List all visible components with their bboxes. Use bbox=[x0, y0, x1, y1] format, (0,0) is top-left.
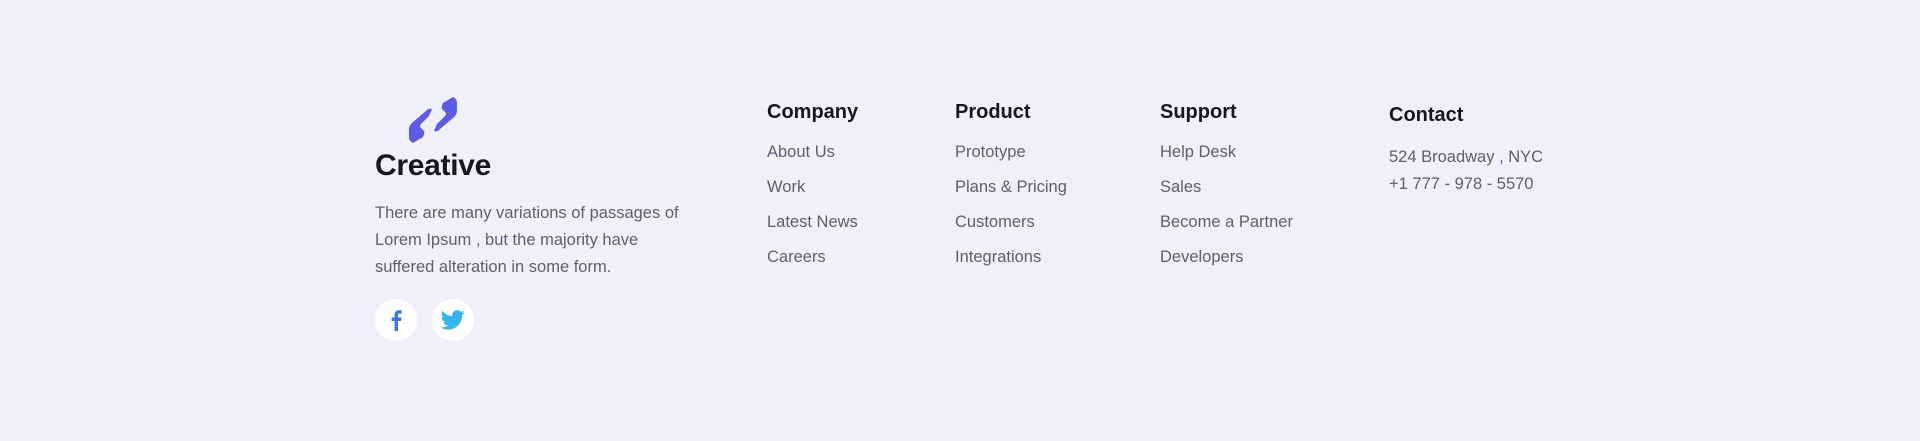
link-help-desk[interactable]: Help Desk bbox=[1160, 142, 1293, 177]
link-plans-pricing[interactable]: Plans & Pricing bbox=[955, 177, 1067, 212]
column-title: Contact bbox=[1389, 104, 1464, 126]
column-title: Product bbox=[955, 101, 1031, 123]
social-links bbox=[375, 299, 474, 341]
facebook-icon bbox=[391, 310, 402, 331]
link-latest-news[interactable]: Latest News bbox=[767, 212, 858, 247]
brand-name: Creative bbox=[375, 149, 492, 182]
link-list: Prototype Plans & Pricing Customers Inte… bbox=[955, 142, 1067, 282]
link-work[interactable]: Work bbox=[767, 177, 858, 212]
twitter-button[interactable] bbox=[432, 299, 474, 341]
column-title: Company bbox=[767, 101, 859, 123]
link-sales[interactable]: Sales bbox=[1160, 177, 1293, 212]
contact-phone[interactable]: +1 777 - 978 - 5570 bbox=[1389, 171, 1543, 198]
link-careers[interactable]: Careers bbox=[767, 247, 858, 282]
column-company: Company About Us Work Latest News Career… bbox=[767, 99, 858, 282]
link-developers[interactable]: Developers bbox=[1160, 247, 1293, 282]
link-about-us[interactable]: About Us bbox=[767, 142, 858, 177]
link-customers[interactable]: Customers bbox=[955, 212, 1067, 247]
link-integrations[interactable]: Integrations bbox=[955, 247, 1067, 282]
creative-logo-icon[interactable] bbox=[406, 97, 460, 143]
facebook-button[interactable] bbox=[375, 299, 417, 341]
link-list: Help Desk Sales Become a Partner Develop… bbox=[1160, 142, 1293, 282]
column-product: Product Prototype Plans & Pricing Custom… bbox=[955, 99, 1067, 282]
brand-description: There are many variations of passages of… bbox=[375, 204, 679, 276]
link-become-partner[interactable]: Become a Partner bbox=[1160, 212, 1293, 247]
link-list: About Us Work Latest News Careers bbox=[767, 142, 858, 282]
twitter-icon bbox=[441, 310, 465, 330]
column-support: Support Help Desk Sales Become a Partner… bbox=[1160, 99, 1293, 282]
link-prototype[interactable]: Prototype bbox=[955, 142, 1067, 177]
contact-address: 524 Broadway , NYC bbox=[1389, 148, 1544, 166]
column-title: Support bbox=[1160, 101, 1237, 123]
site-footer: Creative There are many variations of pa… bbox=[0, 0, 1920, 441]
column-contact: Contact 524 Broadway , NYC +1 777 - 978 … bbox=[1389, 102, 1543, 198]
